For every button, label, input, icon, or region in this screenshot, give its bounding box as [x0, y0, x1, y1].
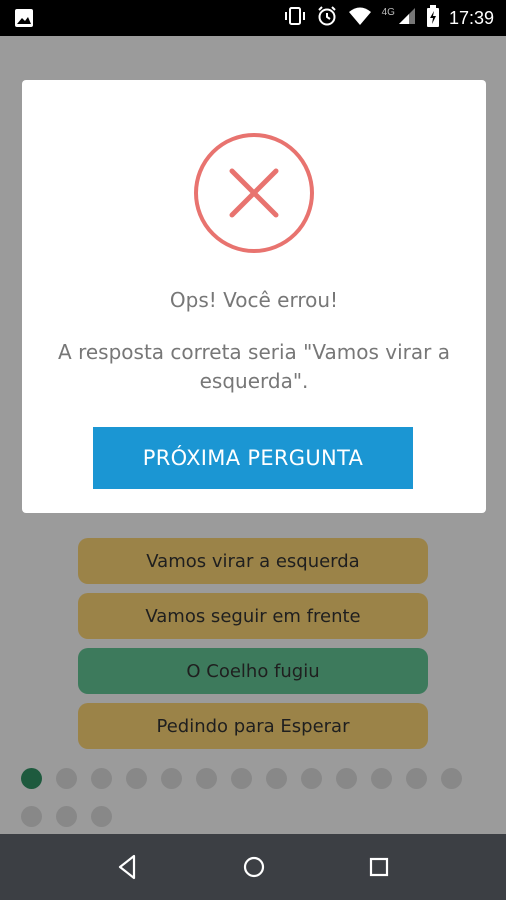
- answer-option[interactable]: Vamos seguir em frente: [78, 593, 428, 639]
- progress-dot: [231, 768, 252, 789]
- battery-icon: [426, 4, 439, 32]
- wifi-icon: [348, 6, 372, 31]
- progress-dot: [161, 768, 182, 789]
- progress-dot-current: [21, 768, 42, 789]
- progress-dot: [266, 768, 287, 789]
- back-icon[interactable]: [114, 852, 140, 887]
- status-time: 17:39: [448, 7, 494, 28]
- status-bar: 4G 17:39: [0, 0, 506, 36]
- answer-option[interactable]: Pedindo para Esperar: [78, 703, 428, 749]
- progress-dot: [91, 806, 112, 827]
- image-icon: [14, 8, 34, 33]
- progress-dot: [301, 768, 322, 789]
- next-question-button[interactable]: PRÓXIMA PERGUNTA: [93, 427, 413, 489]
- recents-icon[interactable]: [366, 852, 392, 887]
- progress-dot: [196, 768, 217, 789]
- system-nav-bar: [0, 834, 506, 900]
- error-x-icon: [193, 132, 315, 259]
- progress-dot: [21, 806, 42, 827]
- answer-option[interactable]: Vamos virar a esquerda: [78, 538, 428, 584]
- progress-dot: [441, 768, 462, 789]
- answer-option-selected[interactable]: O Coelho fugiu: [78, 648, 428, 694]
- progress-dot: [336, 768, 357, 789]
- progress-dot: [371, 768, 392, 789]
- dialog-message: A resposta correta seria "Vamos virar a …: [58, 340, 450, 393]
- network-label: 4G: [381, 6, 395, 18]
- dialog-title: Ops! Você errou!: [169, 288, 339, 312]
- signal-icon: [397, 6, 417, 31]
- result-dialog: Ops! Você errou! A resposta correta seri…: [22, 80, 486, 513]
- progress-dot: [406, 768, 427, 789]
- alarm-icon: [316, 5, 338, 32]
- progress-dot: [56, 806, 77, 827]
- progress-dot: [56, 768, 77, 789]
- progress-dot: [126, 768, 147, 789]
- vibrate-icon: [284, 6, 306, 31]
- progress-dot: [91, 768, 112, 789]
- home-icon[interactable]: [240, 852, 268, 887]
